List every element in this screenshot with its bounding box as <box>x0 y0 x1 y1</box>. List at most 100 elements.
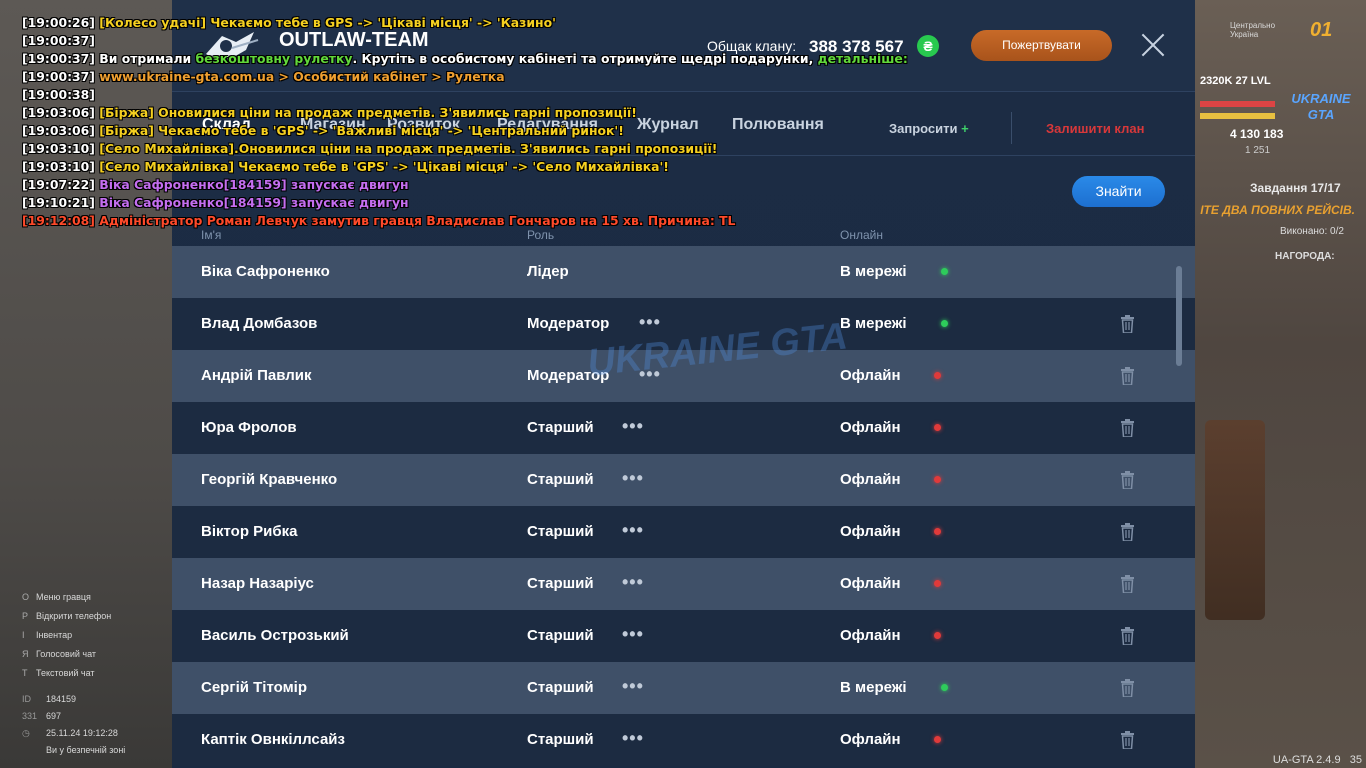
member-row[interactable]: Юра Фролов Старший ••• Офлайн <box>172 402 1195 454</box>
chat-line: [19:10:21] Віка Сафроненко[184159] запус… <box>22 194 908 212</box>
member-role: Старший <box>527 679 594 696</box>
version-label: UA-GTA 2.4.9 35 <box>1272 754 1362 766</box>
money-secondary: 1 251 <box>1245 145 1271 156</box>
member-row[interactable]: Віка Сафроненко Лідер В мережі <box>172 246 1195 298</box>
member-name: Василь Острозький <box>201 627 349 644</box>
chat-line: [19:03:06] [Біржа] Оновилися ціни на про… <box>22 104 908 122</box>
member-role: Старший <box>527 523 594 540</box>
more-options-icon[interactable]: ••• <box>622 676 644 697</box>
stat-key: ID <box>22 694 31 704</box>
status-indicator-icon <box>941 320 948 327</box>
close-icon[interactable] <box>1140 32 1166 58</box>
member-name: Віктор Рибка <box>201 523 298 540</box>
status-indicator-icon <box>934 580 941 587</box>
member-name: Георгій Кравченко <box>201 471 338 488</box>
trash-icon[interactable] <box>1120 627 1135 646</box>
chair-scene-object <box>1205 420 1265 620</box>
chat-line: [19:12:08] Адміністратор Роман Левчук за… <box>22 212 908 230</box>
trash-icon[interactable] <box>1120 419 1135 438</box>
task-progress: Виконано: 0/2 <box>1280 226 1344 237</box>
chat-segment: [19:00:37] <box>22 51 100 66</box>
trash-icon[interactable] <box>1120 471 1135 490</box>
member-status: В мережі <box>840 315 907 332</box>
more-options-icon[interactable]: ••• <box>622 468 644 489</box>
keybind-key: Я <box>22 649 29 659</box>
stat-value: 184159 <box>46 694 77 704</box>
stat-key: ◷ <box>22 728 30 738</box>
keybind-label: Голосовий чат <box>36 649 96 659</box>
chat-segment: [Біржа] Чекаємо тебе в 'GPS' -> 'Важливі… <box>99 123 624 138</box>
keybind-item: О Меню гравця <box>22 592 111 611</box>
keybind-label: Інвентар <box>36 630 73 640</box>
member-status: Офлайн <box>840 523 901 540</box>
task-description: ІТЕ ДВА ПОВНИХ РЕЙСІВ. <box>1200 203 1355 217</box>
keybind-item: Т Текстовий чат <box>22 668 111 687</box>
trash-icon[interactable] <box>1120 731 1135 750</box>
member-row[interactable]: Назар Назаріус Старший ••• Офлайн <box>172 558 1195 610</box>
member-role: Лідер <box>527 263 569 280</box>
chat-segment: [19:03:10] <box>22 141 100 156</box>
status-indicator-icon <box>941 268 948 275</box>
region-label: Центрально Україна <box>1230 21 1276 39</box>
leave-clan-button[interactable]: Залишити клан <box>1046 121 1144 136</box>
keybind-key: І <box>22 630 25 640</box>
trash-icon[interactable] <box>1120 523 1135 542</box>
game-logo: UKRAINE GTA <box>1291 91 1351 122</box>
trash-icon[interactable] <box>1120 315 1135 334</box>
keybind-item: Я Голосовий чат <box>22 649 111 668</box>
find-button[interactable]: Знайти <box>1072 176 1165 207</box>
member-role: Старший <box>527 575 594 592</box>
chat-segment: [19:12:08] Адміністратор Роман Левчук за… <box>22 213 736 228</box>
member-status: Офлайн <box>840 419 901 436</box>
stat-item: Ви у безпечній зоні <box>22 745 125 762</box>
trash-icon[interactable] <box>1120 367 1135 386</box>
stat-value: 25.11.24 19:12:28 <box>46 728 118 738</box>
chat-segment: [19:00:38] <box>22 87 95 102</box>
more-options-icon[interactable]: ••• <box>622 572 644 593</box>
member-status: Офлайн <box>840 471 901 488</box>
chat-line: [19:00:26] [Колесо удачі] Чекаємо тебе в… <box>22 14 908 32</box>
member-row[interactable]: Каптік Овнкіллсайз Старший ••• Офлайн <box>172 714 1195 766</box>
keybind-item: Р Відкрити телефон <box>22 611 111 630</box>
task-reward: НАГОРОДА: <box>1275 251 1335 262</box>
member-row[interactable]: Віктор Рибка Старший ••• Офлайн <box>172 506 1195 558</box>
chat-line: [19:03:10] [Село Михайлівка].Оновилися ц… <box>22 140 908 158</box>
keybind-label: Відкрити телефон <box>36 611 112 621</box>
member-status: Офлайн <box>840 731 901 748</box>
chat-segment: [19:00:37] <box>22 69 100 84</box>
trash-icon[interactable] <box>1120 679 1135 698</box>
chat-segment: [Колесо удачі] Чекаємо тебе в GPS -> 'Ці… <box>99 15 556 30</box>
member-list: Віка Сафроненко Лідер В мережі Влад Домбазо… <box>172 246 1195 766</box>
member-status: В мережі <box>840 263 907 280</box>
chat-line: [19:03:10] [Село Михайлівка] Чекаємо теб… <box>22 158 908 176</box>
trash-icon[interactable] <box>1120 575 1135 594</box>
member-row[interactable]: Сергій Тітомір Старший ••• В мережі <box>172 662 1195 714</box>
donate-button[interactable]: Пожертвувати <box>971 30 1112 61</box>
more-options-icon[interactable]: ••• <box>622 520 644 541</box>
column-header-role: Роль <box>527 228 555 242</box>
column-header-online: Онлайн <box>840 228 883 242</box>
chat-line: [19:00:38] <box>22 86 908 104</box>
stat-item: 331 697 <box>22 711 125 728</box>
chat-segment: [19:03:06] <box>22 105 100 120</box>
region-number: 01 <box>1310 19 1333 41</box>
keybind-label: Меню гравця <box>36 592 91 602</box>
status-indicator-icon <box>934 476 941 483</box>
chat-line: [19:03:06] [Біржа] Чекаємо тебе в 'GPS' … <box>22 122 908 140</box>
member-row[interactable]: Василь Острозький Старший ••• Офлайн <box>172 610 1195 662</box>
member-row[interactable]: Георгій Кравченко Старший ••• Офлайн <box>172 454 1195 506</box>
tab-divider <box>1011 112 1012 144</box>
more-options-icon[interactable]: ••• <box>622 416 644 437</box>
member-role: Модератор <box>527 315 610 332</box>
chat-segment: [19:03:10] <box>22 159 100 174</box>
more-options-icon[interactable]: ••• <box>622 728 644 749</box>
stat-value: Ви у безпечній зоні <box>46 745 126 755</box>
chat-segment: [19:00:37] <box>22 33 95 48</box>
more-options-icon[interactable]: ••• <box>622 624 644 645</box>
more-options-icon[interactable]: ••• <box>639 312 661 333</box>
chat-line: [19:00:37] Ви отримали безкоштовну рулет… <box>22 50 908 68</box>
member-name: Влад Домбазов <box>201 315 318 332</box>
scrollbar[interactable] <box>1176 266 1182 366</box>
chat-log: [19:00:26] [Колесо удачі] Чекаємо тебе в… <box>22 14 908 230</box>
member-name: Юра Фролов <box>201 419 297 436</box>
